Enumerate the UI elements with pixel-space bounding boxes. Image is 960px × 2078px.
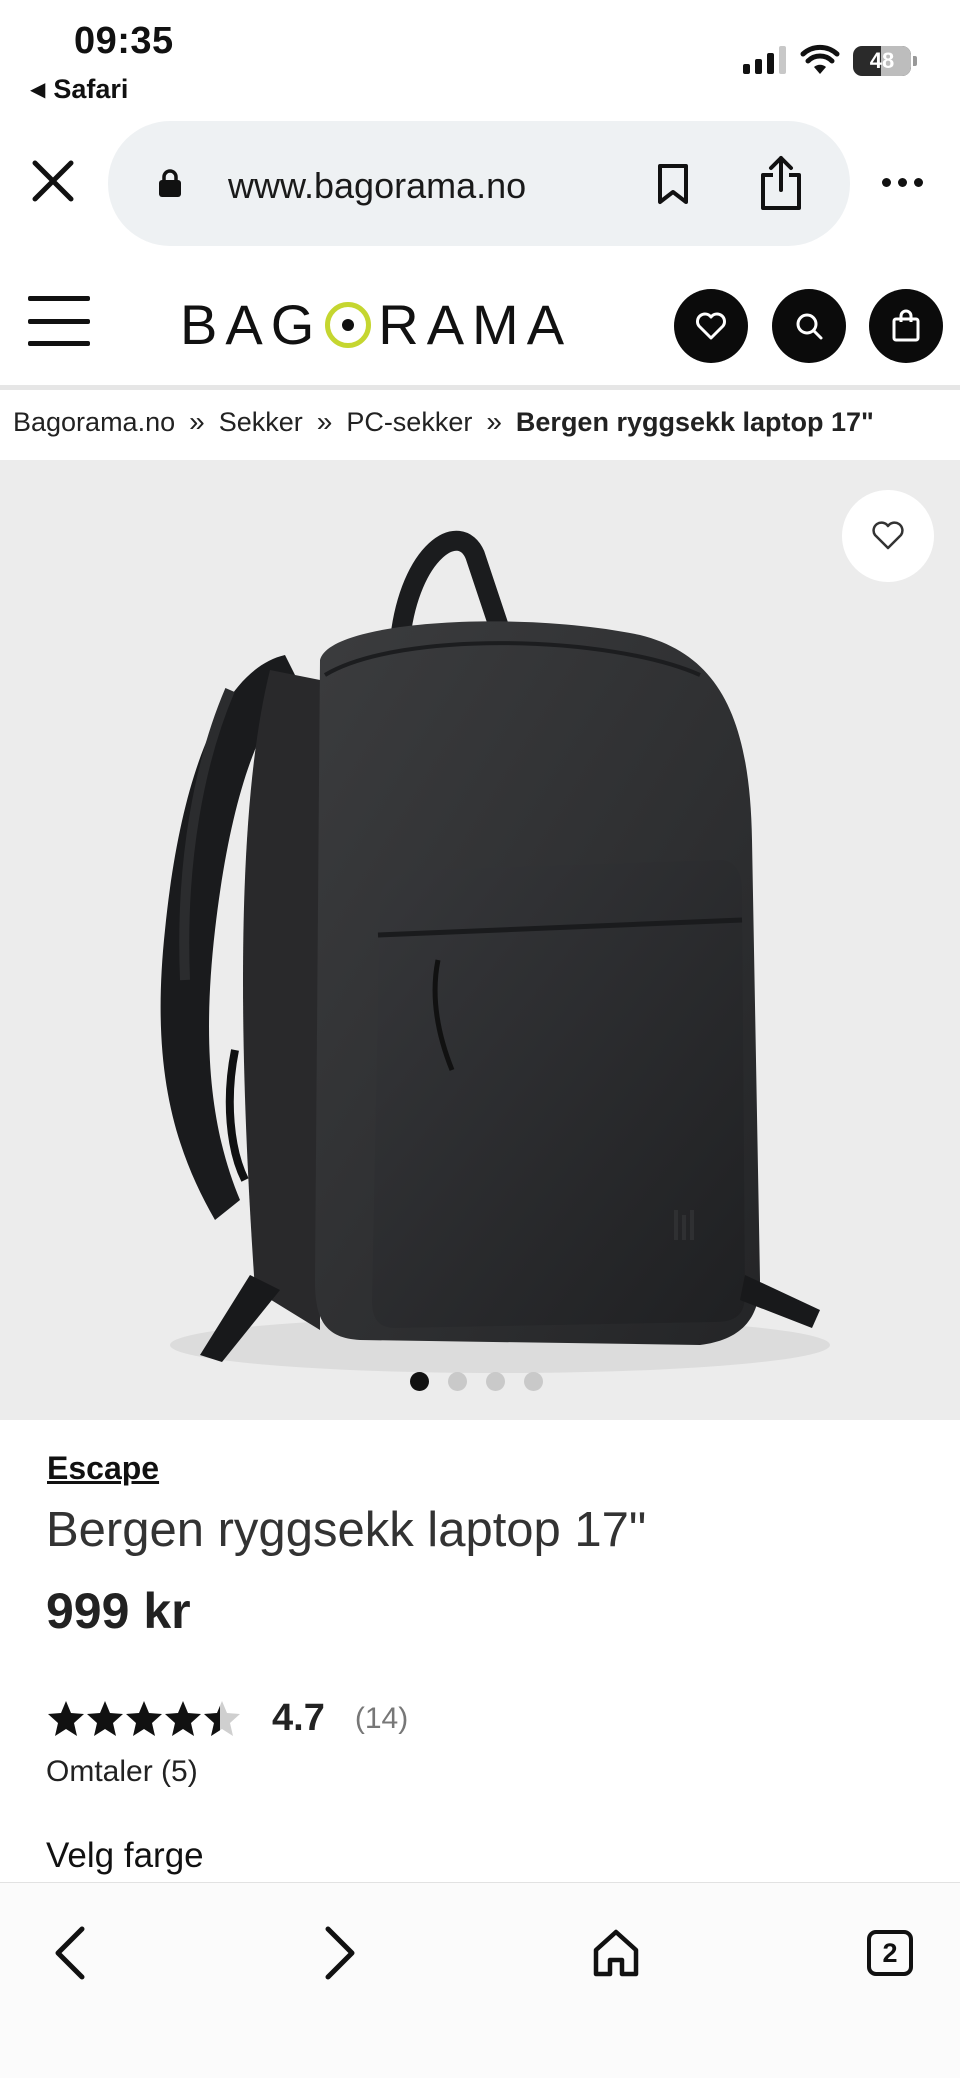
status-bar: 09:35 ◀ Safari 48: [0, 0, 960, 118]
product-image-backpack: [160, 530, 830, 1373]
gallery-dot[interactable]: [524, 1372, 543, 1391]
logo-o-mark: [325, 301, 372, 348]
choose-color-label: Velg farge: [46, 1836, 204, 1875]
chevron-left-icon: [55, 1926, 85, 1980]
battery-level: 48: [869, 48, 895, 73]
rating-count: (14): [354, 1701, 409, 1735]
heart-icon: [696, 312, 726, 340]
back-to-app-link[interactable]: ◀ Safari: [30, 74, 128, 105]
breadcrumb-current: Bergen ryggsekk laptop 17": [515, 406, 874, 437]
url-field[interactable]: www.bagorama.no: [108, 121, 850, 246]
lock-icon: [159, 169, 181, 197]
more-options-icon[interactable]: [882, 178, 923, 187]
menu-icon[interactable]: [28, 296, 90, 346]
gallery-pagination: [410, 1372, 543, 1391]
browser-toolbar: 2: [0, 1882, 960, 2078]
back-app-label: Safari: [53, 74, 129, 104]
logo-text-right: RAMA: [378, 293, 573, 356]
shopping-bag-icon: [892, 309, 920, 342]
tabs-count: 2: [867, 1930, 913, 1976]
back-triangle-icon: ◀: [30, 79, 46, 101]
home-icon: [593, 1929, 639, 1977]
cellular-signal-icon: [743, 46, 786, 74]
site-header: BAG RAMA: [0, 256, 960, 390]
product-rating[interactable]: 4.7 (14): [46, 1697, 408, 1740]
breadcrumb-separator: »: [189, 406, 205, 437]
breadcrumb-sekker[interactable]: Sekker: [219, 407, 303, 438]
add-to-favorites-button[interactable]: [842, 490, 934, 582]
heart-outline-icon: [872, 521, 904, 550]
logo-text-left: BAG: [180, 293, 323, 356]
breadcrumb-separator: »: [486, 406, 502, 437]
breadcrumb-separator: »: [316, 406, 333, 437]
cart-button[interactable]: [869, 289, 943, 363]
chevron-right-icon: [325, 1926, 355, 1980]
tabs-button[interactable]: 2: [850, 1913, 930, 1993]
product-brand-link[interactable]: Escape: [47, 1450, 159, 1487]
breadcrumb-pc-sekker[interactable]: PC-sekker: [346, 407, 472, 438]
breadcrumb-home[interactable]: Bagorama.no: [13, 407, 175, 438]
share-icon[interactable]: [758, 155, 804, 211]
reviews-link[interactable]: Omtaler (5): [46, 1755, 198, 1789]
bookmark-icon[interactable]: [656, 163, 690, 205]
browser-url-bar: www.bagorama.no: [0, 118, 960, 254]
home-button[interactable]: [576, 1913, 656, 1993]
rating-value: 4.7: [272, 1697, 325, 1739]
product-title: Bergen ryggsekk laptop 17": [46, 1503, 647, 1557]
gallery-dot[interactable]: [486, 1372, 505, 1391]
gallery-dot[interactable]: [410, 1372, 429, 1391]
back-button[interactable]: [30, 1913, 110, 1993]
status-time: 09:35: [74, 20, 174, 62]
product-image-gallery[interactable]: [0, 460, 960, 1420]
rating-stars-icon: [48, 1700, 240, 1736]
product-price: 999 kr: [46, 1583, 191, 1639]
breadcrumb: Bagorama.no » Sekker » PC-sekker » Berge…: [13, 400, 874, 444]
wifi-icon: [800, 44, 840, 74]
site-logo[interactable]: BAG RAMA: [180, 292, 572, 357]
close-icon[interactable]: [30, 158, 76, 204]
forward-button[interactable]: [300, 1913, 380, 1993]
gallery-dot[interactable]: [448, 1372, 467, 1391]
search-icon: [796, 313, 823, 340]
url-text: www.bagorama.no: [228, 165, 527, 206]
battery-icon: 48: [853, 46, 917, 76]
wishlist-button[interactable]: [674, 289, 748, 363]
search-button[interactable]: [772, 289, 846, 363]
